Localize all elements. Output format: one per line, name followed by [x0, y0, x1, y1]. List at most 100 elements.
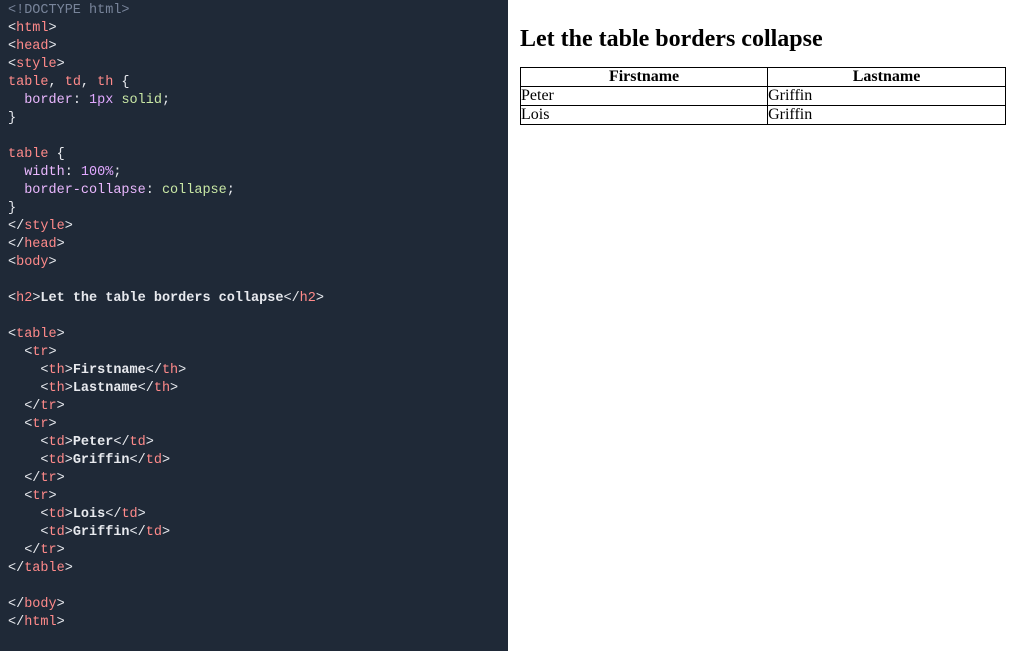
- code-token[interactable]: >: [57, 471, 65, 486]
- code-token[interactable]: td: [130, 435, 146, 450]
- code-line[interactable]: border: 1px solid;: [8, 92, 500, 110]
- code-line[interactable]: <th>Lastname</th>: [8, 380, 500, 398]
- code-token[interactable]: </: [283, 291, 299, 306]
- code-token[interactable]: :: [73, 93, 89, 108]
- code-token[interactable]: tr: [40, 471, 56, 486]
- code-token[interactable]: >: [138, 507, 146, 522]
- code-line[interactable]: [8, 308, 500, 326]
- code-token[interactable]: >: [170, 381, 178, 396]
- code-token[interactable]: </: [8, 597, 24, 612]
- code-line[interactable]: }: [8, 200, 500, 218]
- code-token[interactable]: </: [8, 615, 24, 630]
- code-line[interactable]: <style>: [8, 56, 500, 74]
- code-token[interactable]: <: [8, 21, 16, 36]
- code-token[interactable]: <: [8, 507, 49, 522]
- code-token[interactable]: <: [8, 345, 32, 360]
- code-token[interactable]: </: [130, 525, 146, 540]
- code-token[interactable]: >: [162, 453, 170, 468]
- code-token[interactable]: >: [65, 507, 73, 522]
- code-token[interactable]: border: [24, 93, 73, 108]
- code-token[interactable]: ,: [49, 75, 65, 90]
- code-token[interactable]: td: [121, 507, 137, 522]
- code-token[interactable]: }: [8, 111, 16, 126]
- code-token[interactable]: >: [57, 399, 65, 414]
- code-token[interactable]: <: [8, 291, 16, 306]
- code-token[interactable]: >: [162, 525, 170, 540]
- code-token[interactable]: :: [65, 165, 81, 180]
- code-token[interactable]: td: [65, 75, 81, 90]
- code-token[interactable]: ,: [81, 75, 97, 90]
- code-token[interactable]: width: [24, 165, 65, 180]
- code-token[interactable]: td: [49, 453, 65, 468]
- code-token[interactable]: </: [8, 543, 40, 558]
- code-token[interactable]: td: [49, 525, 65, 540]
- code-token[interactable]: tr: [32, 417, 48, 432]
- code-token[interactable]: <: [8, 417, 32, 432]
- code-token[interactable]: Lois: [73, 507, 105, 522]
- code-token[interactable]: >: [65, 381, 73, 396]
- code-token[interactable]: {: [49, 147, 65, 162]
- code-token[interactable]: [8, 165, 24, 180]
- code-token[interactable]: Firstname: [73, 363, 146, 378]
- code-token[interactable]: >: [57, 597, 65, 612]
- code-line[interactable]: <h2>Let the table borders collapse</h2>: [8, 290, 500, 308]
- code-token[interactable]: tr: [40, 399, 56, 414]
- code-line[interactable]: <tr>: [8, 488, 500, 506]
- code-line[interactable]: <head>: [8, 38, 500, 56]
- code-token[interactable]: </: [130, 453, 146, 468]
- code-token[interactable]: </: [8, 237, 24, 252]
- code-token[interactable]: >: [65, 453, 73, 468]
- code-line[interactable]: <body>: [8, 254, 500, 272]
- code-line[interactable]: <!DOCTYPE html>: [8, 2, 500, 20]
- code-line[interactable]: border-collapse: collapse;: [8, 182, 500, 200]
- code-token[interactable]: </: [105, 507, 121, 522]
- code-token[interactable]: >: [57, 327, 65, 342]
- code-token[interactable]: <: [8, 435, 49, 450]
- code-line[interactable]: <td>Griffin</td>: [8, 452, 500, 470]
- code-line[interactable]: </html>: [8, 614, 500, 632]
- code-token[interactable]: >: [57, 543, 65, 558]
- code-token[interactable]: <: [8, 57, 16, 72]
- code-token[interactable]: <: [8, 255, 16, 270]
- code-line[interactable]: <td>Peter</td>: [8, 434, 500, 452]
- code-token[interactable]: </: [8, 399, 40, 414]
- code-token[interactable]: style: [16, 57, 57, 72]
- code-token[interactable]: th: [49, 363, 65, 378]
- code-token[interactable]: </: [138, 381, 154, 396]
- code-token[interactable]: :: [146, 183, 162, 198]
- code-token[interactable]: <: [8, 453, 49, 468]
- code-token[interactable]: body: [16, 255, 48, 270]
- code-line[interactable]: <td>Lois</td>: [8, 506, 500, 524]
- code-token[interactable]: th: [49, 381, 65, 396]
- code-token[interactable]: head: [24, 237, 56, 252]
- code-token[interactable]: >: [178, 363, 186, 378]
- code-editor[interactable]: <!DOCTYPE html><html><head><style>table,…: [0, 0, 508, 651]
- code-token[interactable]: Let the table borders collapse: [40, 291, 283, 306]
- code-token[interactable]: }: [8, 201, 16, 216]
- code-token[interactable]: html: [24, 615, 56, 630]
- code-token[interactable]: >: [65, 435, 73, 450]
- code-token[interactable]: <: [8, 363, 49, 378]
- code-token[interactable]: </: [146, 363, 162, 378]
- code-token[interactable]: table: [16, 327, 57, 342]
- code-token[interactable]: <: [8, 39, 16, 54]
- code-token[interactable]: >: [49, 489, 57, 504]
- code-token[interactable]: collapse: [162, 183, 227, 198]
- code-token[interactable]: h2: [300, 291, 316, 306]
- code-token[interactable]: html: [16, 21, 48, 36]
- code-token[interactable]: <: [8, 381, 49, 396]
- code-token[interactable]: >: [65, 561, 73, 576]
- code-line[interactable]: </table>: [8, 560, 500, 578]
- code-token[interactable]: </: [8, 471, 40, 486]
- code-line[interactable]: [8, 272, 500, 290]
- code-line[interactable]: <html>: [8, 20, 500, 38]
- code-token[interactable]: >: [65, 219, 73, 234]
- code-token[interactable]: tr: [32, 345, 48, 360]
- code-token[interactable]: ;: [162, 93, 170, 108]
- code-token[interactable]: head: [16, 39, 48, 54]
- code-line[interactable]: <table>: [8, 326, 500, 344]
- code-token[interactable]: th: [154, 381, 170, 396]
- code-token[interactable]: ;: [227, 183, 235, 198]
- code-token[interactable]: td: [146, 453, 162, 468]
- code-line[interactable]: <tr>: [8, 416, 500, 434]
